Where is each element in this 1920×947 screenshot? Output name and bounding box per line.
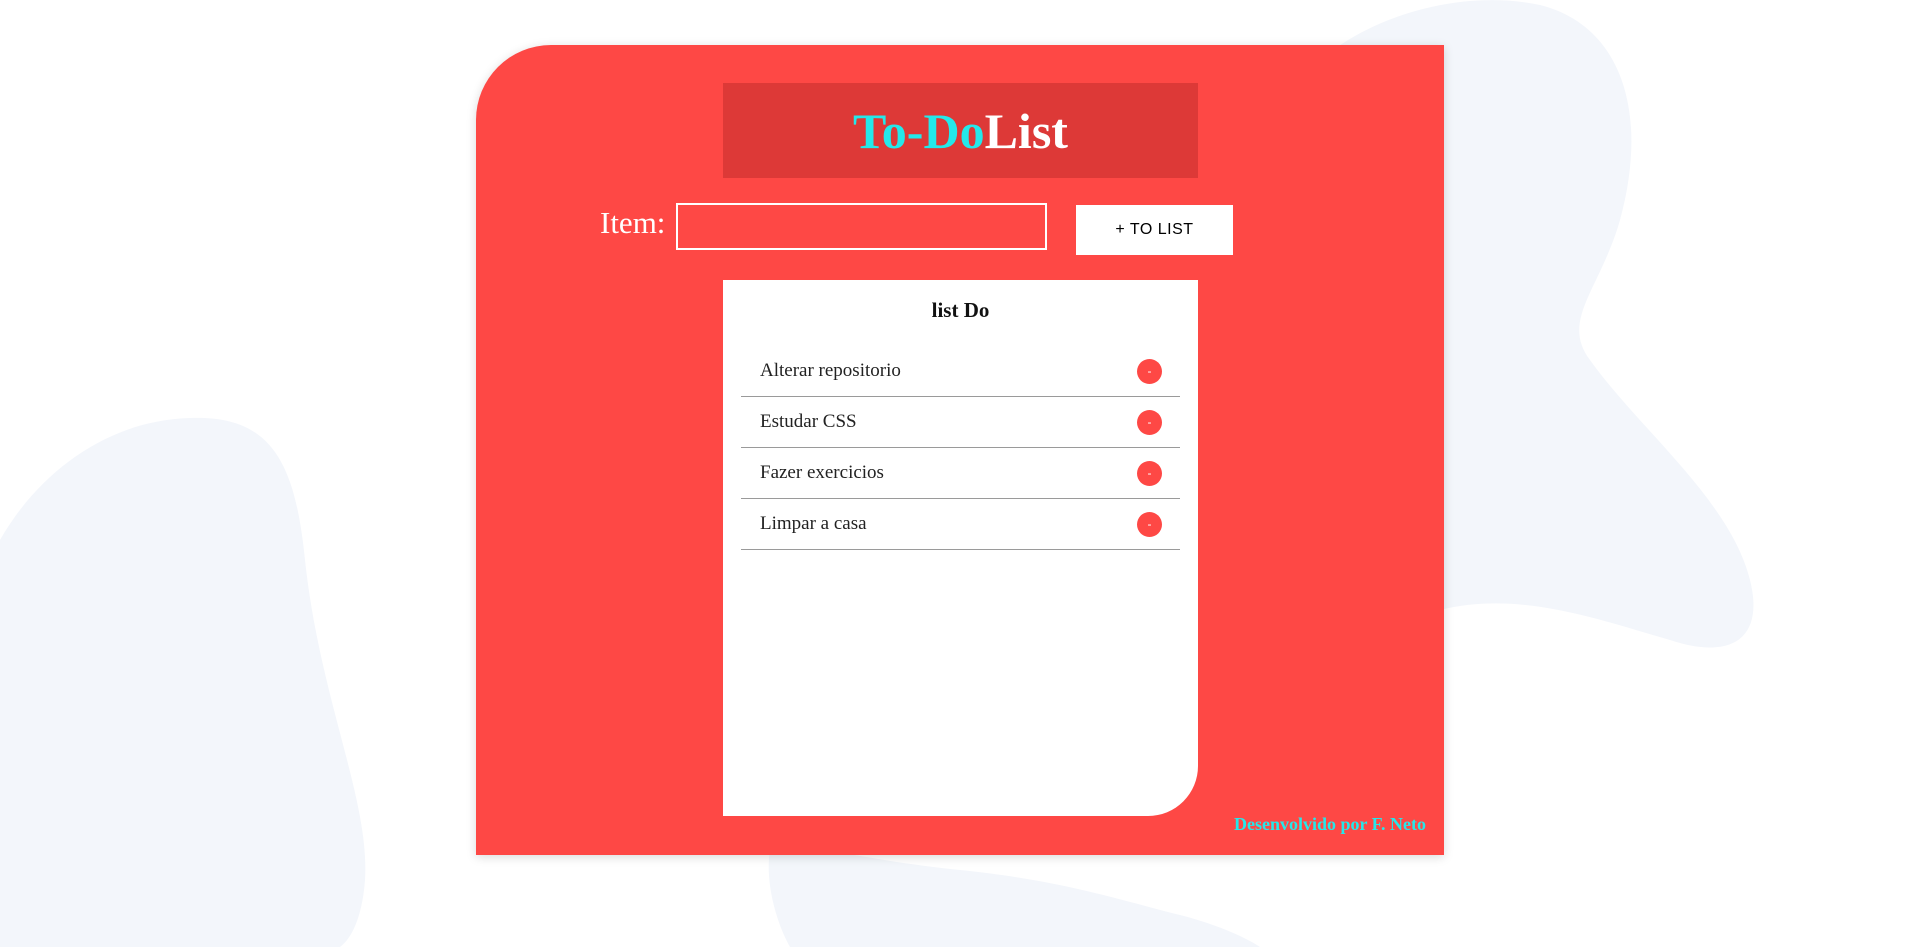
list-item-text: Alterar repositorio [760, 360, 901, 381]
list-panel: list Do Alterar repositorio - Estudar CS… [723, 280, 1198, 816]
background-blob-left [0, 417, 366, 947]
list-item-text: Fazer exercicios [760, 462, 884, 483]
remove-item-button[interactable]: - [1137, 409, 1162, 435]
remove-item-button[interactable]: - [1137, 511, 1162, 537]
background-blob-bottom [768, 847, 1260, 947]
add-to-list-button[interactable]: + TO LIST [1076, 205, 1233, 255]
list-item-text: Estudar CSS [760, 411, 857, 432]
app-title-part1: To-Do [853, 102, 985, 159]
app-title: To-Do List [723, 83, 1198, 178]
remove-item-button[interactable]: - [1137, 460, 1162, 486]
list-item-text: Limpar a casa [760, 513, 867, 534]
todo-card: To-Do List Item: + TO LIST list Do Altera… [476, 45, 1444, 855]
footer-credit: Desenvolvido por F. Neto [1233, 814, 1426, 834]
list-title: list Do [931, 298, 990, 322]
todo-list: Alterar repositorio - Estudar CSS - Faze… [741, 346, 1180, 550]
item-input[interactable] [676, 203, 1047, 250]
item-label: Item: [600, 205, 666, 240]
list-item: Estudar CSS - [741, 397, 1180, 448]
remove-item-button[interactable]: - [1137, 358, 1162, 384]
list-item: Fazer exercicios - [741, 448, 1180, 499]
list-item: Limpar a casa - [741, 499, 1180, 550]
list-item: Alterar repositorio - [741, 346, 1180, 397]
app-title-part2: List [984, 102, 1068, 159]
